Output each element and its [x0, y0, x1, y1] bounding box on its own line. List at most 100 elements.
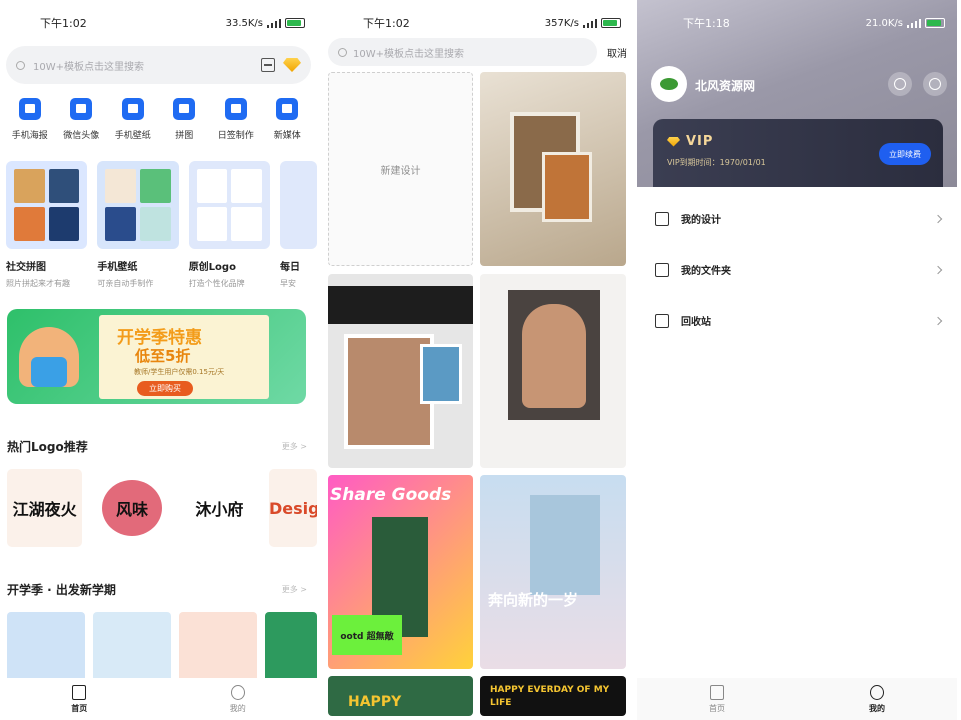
logo-item[interactable]: 风味	[94, 469, 170, 547]
template-photo	[420, 344, 462, 404]
status-time: 下午1:18	[683, 17, 730, 30]
template-face	[522, 304, 586, 408]
poster-item[interactable]	[179, 612, 257, 688]
template-card[interactable]	[328, 274, 473, 468]
category-label: 手机壁纸	[114, 131, 151, 141]
battery-icon	[285, 18, 305, 28]
template-thumbnail	[280, 161, 317, 249]
search-icon	[338, 47, 347, 57]
menu-recycle-bin[interactable]: 回收站	[637, 295, 957, 346]
chevron-right-icon	[933, 265, 943, 274]
menu-label: 我的设计	[681, 215, 721, 226]
new-design-button[interactable]: 新建设计	[328, 72, 473, 266]
search-bar[interactable]: 10W+模板点击这里搜索	[6, 46, 311, 84]
play-icon	[276, 98, 299, 120]
logo-item[interactable]: 沐小府	[181, 469, 257, 547]
chevron-right-icon	[933, 316, 943, 325]
category-new-media[interactable]: 新媒体	[262, 98, 314, 141]
logo-item[interactable]: 江湖夜火	[7, 469, 83, 547]
design-icon	[655, 211, 669, 226]
template-daily[interactable]: 每日 早安	[280, 161, 317, 289]
cancel-button[interactable]: 取消	[607, 45, 627, 60]
renew-button[interactable]: 立即续费	[879, 143, 931, 165]
template-headline: 奔向新的一岁	[488, 591, 579, 609]
template-title: 原创Logo	[188, 262, 236, 273]
category-row: 手机海报 微信头像 手机壁纸 拼图 日签制作 新媒体	[0, 84, 317, 141]
student-illustration	[19, 327, 79, 387]
poster-item[interactable]	[93, 612, 171, 688]
search-icon	[16, 60, 25, 70]
profile-menu: 我的设计 我的文件夹 回收站	[637, 187, 957, 346]
template-thumbnail	[6, 161, 88, 249]
poster-item[interactable]	[7, 612, 85, 688]
logo-list: 江湖夜火 风味 沐小府 Desig	[0, 455, 317, 547]
template-social-collage[interactable]: 社交拼图 照片拼起来才有趣	[6, 161, 88, 289]
tab-mine[interactable]: 我的	[230, 684, 246, 714]
settings-icon[interactable]	[923, 72, 947, 96]
template-title: 社交拼图	[6, 262, 46, 273]
category-label: 新媒体	[273, 131, 301, 141]
battery-icon	[925, 18, 945, 28]
category-label: 拼图	[175, 131, 194, 141]
network-speed: 33.5K/s	[225, 17, 263, 29]
chevron-right-icon	[933, 214, 943, 223]
template-thumbnail	[188, 161, 271, 249]
template-wallpaper[interactable]: 手机壁纸 可亲自动手制作	[97, 161, 179, 289]
status-time: 下午1:02	[363, 17, 410, 30]
template-photo	[530, 495, 600, 595]
template-card[interactable]: Share Goods ootd 超無敵	[328, 475, 473, 669]
bottom-tab-bar: 首页 我的	[637, 678, 957, 720]
template-subtitle: 打造个性化品牌	[188, 279, 245, 288]
promo-banner[interactable]: 开学季特惠 低至5折 教师/学生用户仅需0.15元/天 立即购买	[7, 309, 306, 404]
template-headline: Share Goods	[330, 485, 452, 505]
template-category-row: 社交拼图 照片拼起来才有趣 手机壁纸 可亲自动手制作 原创Logo 打造个性化品…	[0, 141, 317, 289]
status-time: 下午1:02	[40, 17, 87, 30]
tab-mine[interactable]: 我的	[869, 684, 885, 714]
school-section-header: 开学季 · 出发新学期 更多 >	[0, 581, 317, 598]
more-link[interactable]: 更多 >	[282, 441, 307, 452]
buy-now-button[interactable]: 立即购买	[137, 381, 193, 396]
template-card[interactable]: HAPPY EVERDAY OF MY LIFE	[480, 676, 626, 716]
trash-icon	[655, 313, 669, 328]
template-logo[interactable]: 原创Logo 打造个性化品牌	[188, 161, 271, 289]
logo-item[interactable]: Desig	[268, 469, 317, 547]
search-input[interactable]: 10W+模板点击这里搜索	[328, 38, 597, 66]
more-link[interactable]: 更多 >	[282, 584, 307, 595]
category-wallpaper[interactable]: 手机壁纸	[107, 98, 159, 141]
bottom-tab-bar: 首页 我的	[0, 678, 317, 720]
vip-label: VIP	[686, 134, 714, 149]
template-card[interactable]	[480, 72, 626, 266]
headset-icon[interactable]	[888, 72, 912, 96]
calendar-icon	[224, 98, 247, 120]
vip-gem-icon[interactable]	[283, 58, 301, 72]
tab-label: 首页	[71, 703, 88, 713]
status-bar: 下午1:02 33.5K/s	[0, 0, 317, 46]
template-card[interactable]: 奔向新的一岁	[480, 475, 626, 669]
poster-list	[0, 598, 317, 688]
menu-label: 我的文件夹	[681, 266, 731, 277]
profile-icon	[870, 684, 884, 700]
vip-card[interactable]: VIP VIP到期时间：1970/01/01 立即续费	[653, 119, 943, 187]
menu-label: 回收站	[681, 317, 711, 328]
search-row: 10W+模板点击这里搜索 取消	[323, 38, 633, 66]
tab-home[interactable]: 首页	[71, 684, 88, 714]
home-icon	[72, 684, 87, 700]
poster-item[interactable]	[265, 612, 317, 688]
tab-home[interactable]: 首页	[709, 684, 725, 714]
image-icon	[121, 98, 144, 120]
section-title: 开学季 · 出发新学期	[7, 583, 116, 597]
scan-icon[interactable]	[261, 58, 275, 72]
network-speed: 357K/s	[544, 17, 579, 29]
template-headline: HAPPY	[348, 694, 402, 710]
menu-my-designs[interactable]: 我的设计	[637, 193, 957, 244]
template-card[interactable]	[480, 274, 626, 468]
category-collage[interactable]: 拼图	[159, 98, 211, 141]
category-phone-poster[interactable]: 手机海报	[4, 98, 56, 141]
category-daily-sign[interactable]: 日签制作	[210, 98, 262, 141]
menu-my-folders[interactable]: 我的文件夹	[637, 244, 957, 295]
vip-gem-icon	[667, 136, 680, 147]
template-card[interactable]: HAPPY	[328, 676, 473, 716]
avatar[interactable]	[651, 66, 687, 102]
category-wechat-avatar[interactable]: 微信头像	[56, 98, 108, 141]
user-name: 北风资源网	[695, 79, 756, 93]
